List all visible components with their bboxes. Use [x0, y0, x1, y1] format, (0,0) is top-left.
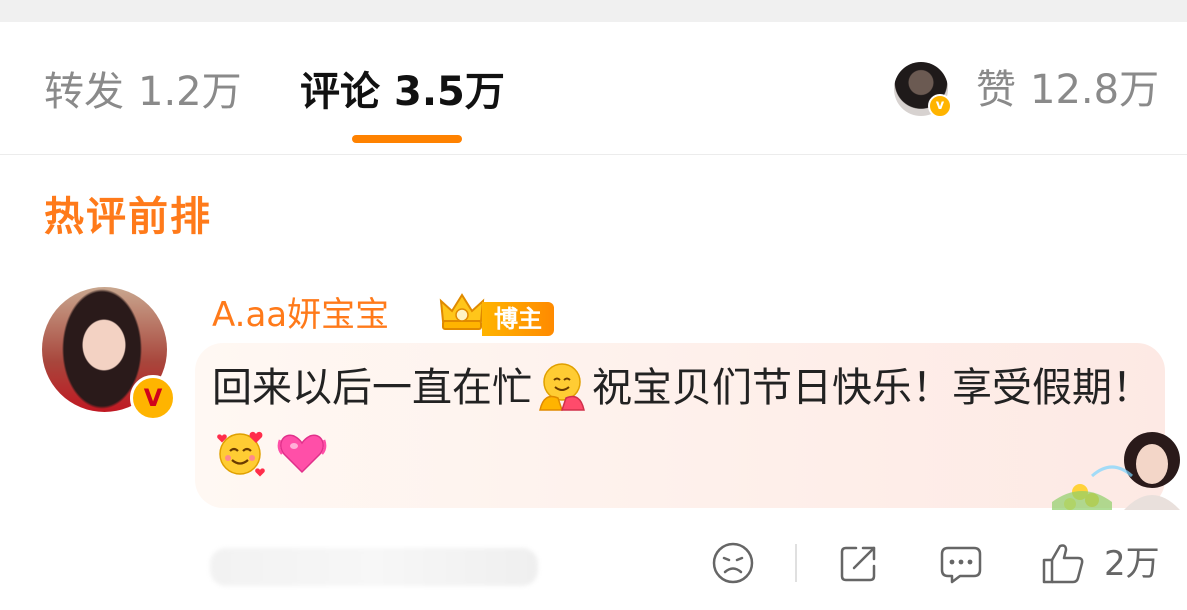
tab-likes-count: 12.8万: [1030, 67, 1160, 113]
tab-repost[interactable]: 转发 1.2万: [44, 68, 242, 116]
verified-icon: v: [928, 94, 952, 118]
like-button[interactable]: [1040, 540, 1086, 588]
thumbs-up-icon: [1042, 544, 1084, 584]
liker-avatar[interactable]: v: [894, 62, 952, 118]
tab-comment[interactable]: 评论 3.5万: [300, 68, 505, 116]
top-band: [0, 0, 1187, 22]
verified-icon: V: [130, 375, 176, 421]
section-title: 热评前排: [44, 194, 212, 240]
crown-icon: [439, 293, 485, 330]
comment-action-bar: 2万: [0, 540, 1187, 590]
comment-text: 回来以后一直在忙 祝宝贝们节日快乐！享受假期！: [212, 355, 1152, 487]
share-icon: [840, 546, 876, 582]
commenter-avatar[interactable]: V: [42, 287, 176, 421]
tab-comment-count: 3.5万: [394, 69, 505, 115]
smiling-face-with-hearts-emoji: [217, 431, 265, 477]
tab-likes-label: 赞: [976, 67, 1016, 113]
comment-text-part2: 祝宝贝们节日快乐！享受假期！: [592, 365, 1152, 411]
tab-likes[interactable]: v 赞 12.8万: [894, 60, 1164, 120]
action-divider: [795, 544, 797, 582]
active-tab-indicator: [352, 135, 462, 143]
share-button[interactable]: [836, 540, 882, 588]
beating-heart-emoji: [277, 434, 327, 474]
tab-repost-count: 1.2万: [138, 69, 242, 115]
sad-face-button[interactable]: [710, 540, 756, 588]
commenter-username[interactable]: A.aa妍宝宝: [212, 293, 389, 337]
tab-comment-label: 评论: [300, 69, 380, 115]
comment-icon: [940, 546, 982, 584]
comment-like-count: 2万: [1104, 544, 1160, 584]
tab-repost-label: 转发: [44, 69, 124, 115]
reply-button[interactable]: [938, 540, 984, 588]
bubble-decoration-image: [1052, 432, 1180, 510]
hugging-face-emoji: [539, 363, 585, 411]
tab-bar: 转发 1.2万 评论 3.5万 v 赞 12.8万: [0, 22, 1187, 155]
sad-face-icon: [712, 542, 754, 584]
comment-text-part1: 回来以后一直在忙: [212, 365, 532, 411]
blogger-badge: 博主: [482, 302, 554, 336]
